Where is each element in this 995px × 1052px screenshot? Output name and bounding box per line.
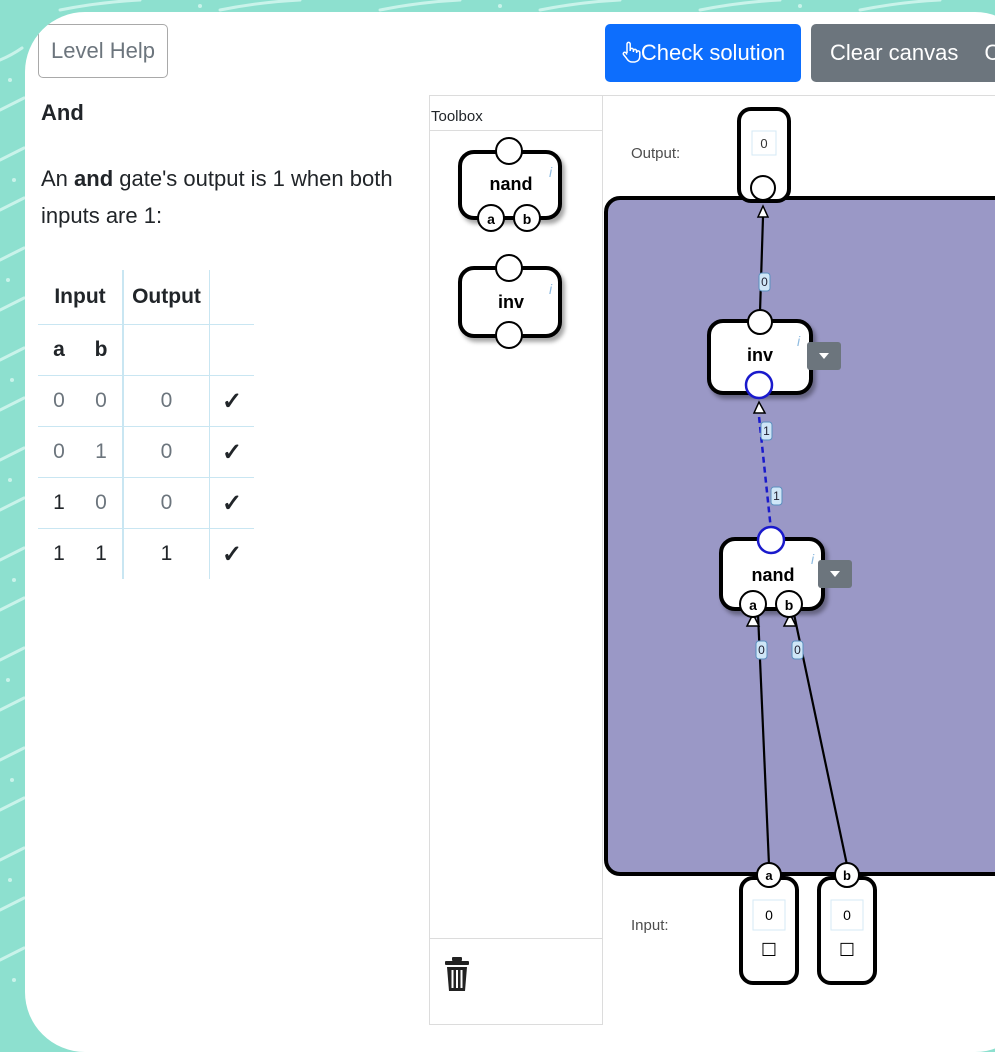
input-b-node[interactable]: b 0 ☐ bbox=[817, 862, 877, 985]
circuit-diagram: nand a b i inv i Output: Input: 0 0 1 1 … bbox=[458, 107, 995, 985]
toolbox-nand-gate[interactable]: nand a b i bbox=[458, 137, 562, 232]
toolbox-nand-label: nand bbox=[490, 174, 533, 194]
input-a-checkbox: ☐ bbox=[761, 940, 777, 960]
output-value: 0 bbox=[760, 136, 767, 151]
svg-text:a: a bbox=[765, 868, 773, 883]
wire-value: 0 bbox=[761, 275, 768, 289]
input-a-node[interactable]: a 0 ☐ bbox=[739, 862, 799, 985]
nand-gate-menu-button[interactable] bbox=[818, 560, 852, 588]
svg-text:b: b bbox=[523, 211, 532, 227]
input-label: Input: bbox=[631, 917, 669, 934]
inv-gate-label: inv bbox=[747, 345, 773, 365]
toolbox-inv-label: inv bbox=[498, 292, 524, 312]
toolbox-inv-gate[interactable]: inv i bbox=[458, 254, 562, 349]
input-a-value: 0 bbox=[765, 907, 773, 923]
svg-text:a: a bbox=[487, 211, 495, 227]
output-node: 0 bbox=[737, 107, 791, 203]
nand-gate-label: nand bbox=[752, 565, 795, 585]
input-b-checkbox: ☐ bbox=[839, 940, 855, 960]
circuit-area[interactable] bbox=[604, 196, 995, 876]
svg-text:a: a bbox=[749, 597, 757, 613]
wire-value: 1 bbox=[763, 424, 770, 438]
wire-value: 0 bbox=[758, 643, 765, 657]
svg-text:b: b bbox=[843, 868, 851, 883]
inv-gate-menu-button[interactable] bbox=[807, 342, 841, 370]
svg-text:b: b bbox=[785, 597, 794, 613]
output-label: Output: bbox=[631, 145, 680, 162]
wire-value: 1 bbox=[773, 489, 780, 503]
wire-value: 0 bbox=[794, 643, 801, 657]
input-b-value: 0 bbox=[843, 907, 851, 923]
inv-gate[interactable]: inv i bbox=[707, 309, 813, 400]
nand-gate[interactable]: nand a b i bbox=[719, 525, 825, 618]
level-panel: Level Help Check solution Clear canvas C … bbox=[25, 12, 995, 1052]
